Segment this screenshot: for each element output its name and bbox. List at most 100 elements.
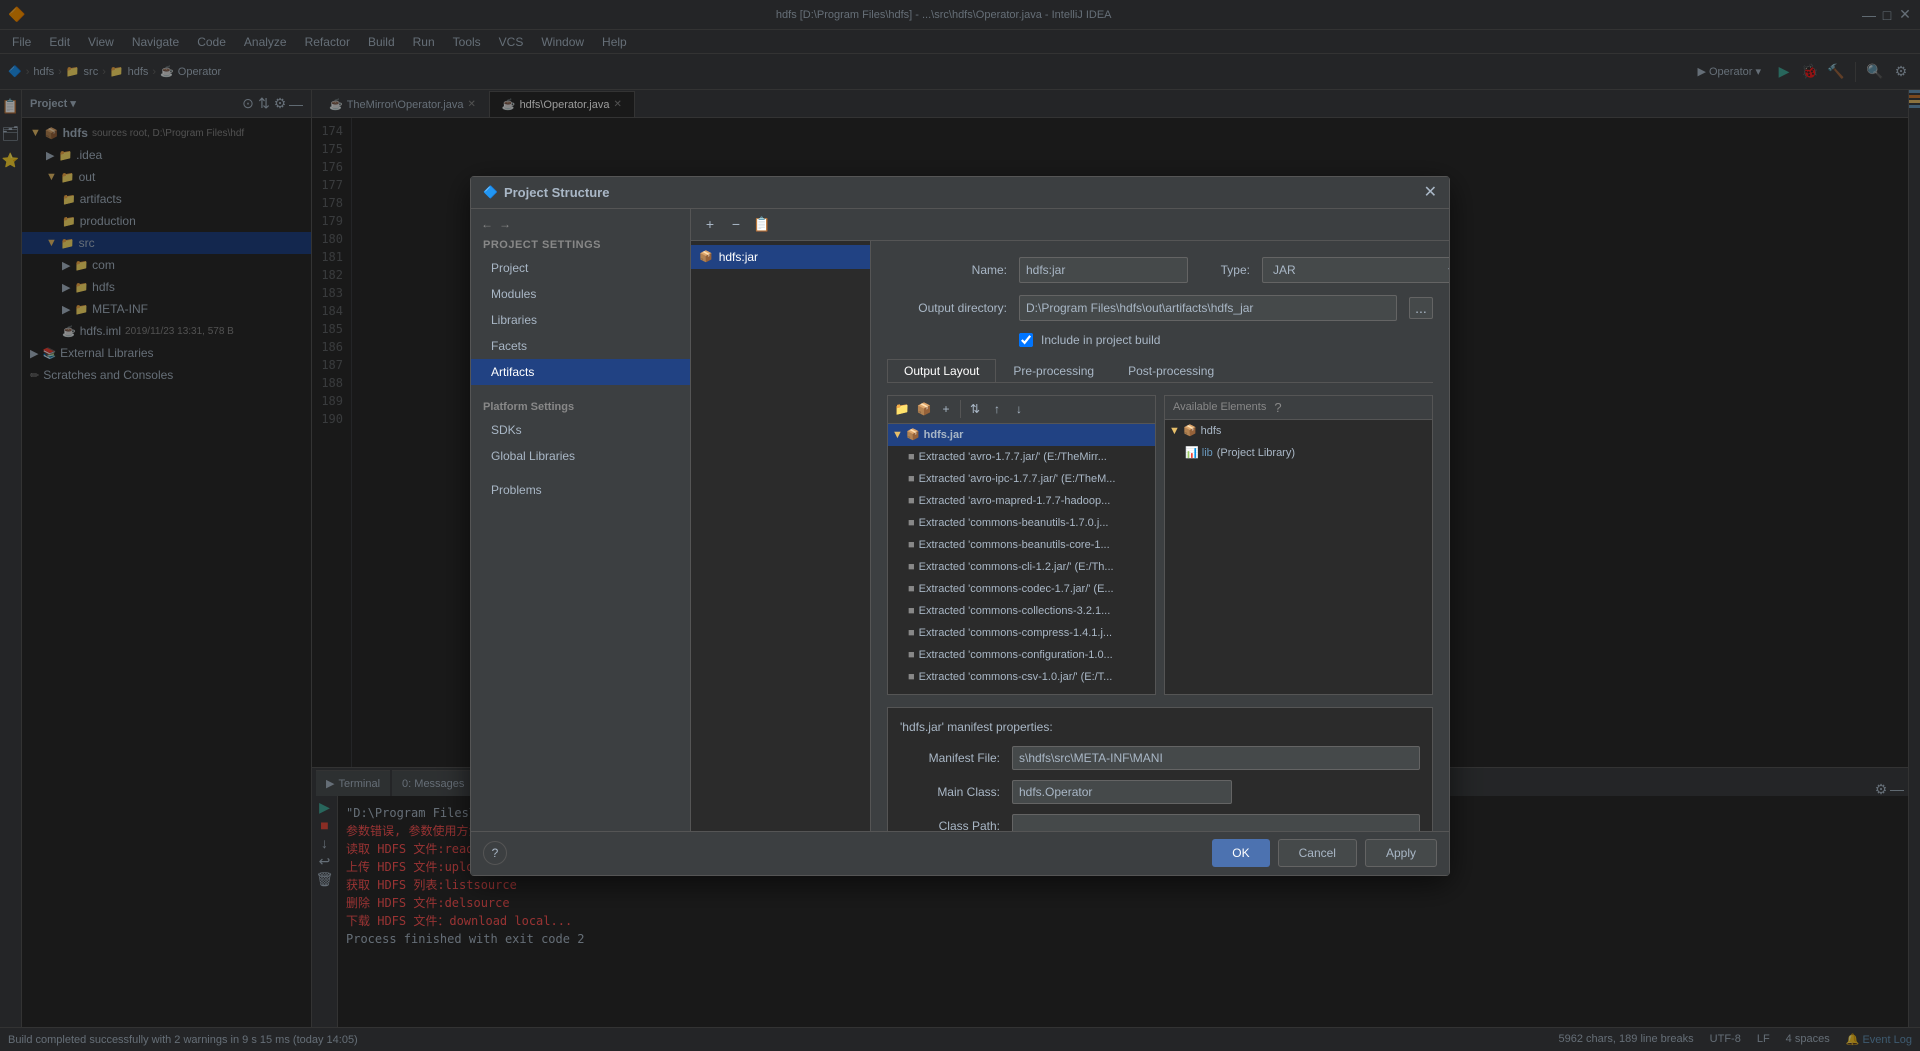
nav-back-button[interactable]: ← [479, 217, 495, 231]
output-item-4[interactable]: ■ Extracted 'commons-beanutils-1.7.0.j..… [888, 512, 1155, 534]
lib-icon: 📊 lib [1185, 446, 1213, 459]
ok-button[interactable]: OK [1212, 839, 1269, 867]
output-item-12[interactable]: ■ Extracted 'commons-daemon-1.0.13.j... [888, 688, 1155, 695]
modal-title: Project Structure [504, 185, 609, 200]
extract-icon-3: ■ [908, 495, 915, 507]
hdfs-root-icon: ▼ 📦 [1169, 424, 1197, 437]
name-type-row: Name: Type: JAR [887, 257, 1433, 283]
type-select[interactable]: JAR [1262, 257, 1449, 283]
output-item-9[interactable]: ■ Extracted 'commons-compress-1.4.1.j... [888, 622, 1155, 644]
avail-lib[interactable]: 📊 lib (Project Library) [1165, 442, 1432, 464]
extract-icon-5: ■ [908, 539, 915, 551]
platform-settings-label: Platform Settings [471, 393, 690, 417]
main-class-label: Main Class: [900, 785, 1000, 799]
browse-output-dir-button[interactable]: ... [1409, 297, 1433, 319]
output-item-5[interactable]: ■ Extracted 'commons-beanutils-core-1... [888, 534, 1155, 556]
modal-icon: 🔷 [483, 185, 498, 199]
nav-global-libs[interactable]: Global Libraries [471, 443, 690, 469]
output-item-root[interactable]: ▼ 📦 hdfs.jar [888, 424, 1155, 446]
artifact-content: 📦 hdfs:jar Name: Type: JAR [691, 241, 1449, 831]
copy-artifact-button[interactable]: 📋 [751, 213, 773, 235]
footer-left: ? [483, 841, 1204, 865]
problems-group: Problems [471, 477, 690, 503]
root-jar-label: hdfs.jar [924, 429, 964, 441]
output-item-10[interactable]: ■ Extracted 'commons-configuration-1.0..… [888, 644, 1155, 666]
add-artifact-button[interactable]: + [699, 213, 721, 235]
artifact-item-label: hdfs:jar [719, 250, 758, 264]
manifest-title: 'hdfs.jar' manifest properties: [900, 720, 1420, 734]
nav-sdks[interactable]: SDKs [471, 417, 690, 443]
help-button[interactable]: ? [483, 841, 507, 865]
extract-label-5: Extracted 'commons-beanutils-core-1... [919, 539, 1110, 551]
platform-settings-group: Platform Settings SDKs Global Libraries [471, 393, 690, 469]
extract-icon-12: ■ [908, 693, 915, 695]
main-class-row: Main Class: [900, 780, 1420, 804]
output-panel-toolbar: 📁 📦 + ⇅ ↑ ↓ [888, 396, 1155, 424]
extract-icon-6: ■ [908, 561, 915, 573]
tab-output-layout[interactable]: Output Layout [887, 359, 996, 382]
project-settings-group: Project Settings Project Modules Librari… [471, 235, 690, 385]
manifest-section: 'hdfs.jar' manifest properties: Manifest… [887, 707, 1433, 831]
output-dir-input[interactable] [1019, 295, 1397, 321]
output-dir-row: Output directory: ... [887, 295, 1433, 321]
create-dir-btn[interactable]: 📁 [892, 399, 912, 419]
main-class-input[interactable] [1012, 780, 1232, 804]
nav-facets[interactable]: Facets [471, 333, 690, 359]
nav-artifacts[interactable]: Artifacts [471, 359, 690, 385]
output-item-3[interactable]: ■ Extracted 'avro-mapred-1.7.7-hadoop... [888, 490, 1155, 512]
name-label: Name: [887, 263, 1007, 277]
extract-label-2: Extracted 'avro-ipc-1.7.7.jar/' (E:/TheM… [919, 473, 1116, 485]
remove-artifact-button[interactable]: − [725, 213, 747, 235]
output-item-1[interactable]: ■ Extracted 'avro-1.7.7.jar/' (E:/TheMir… [888, 446, 1155, 468]
modal-close-button[interactable]: ✕ [1424, 182, 1437, 202]
extract-label-6: Extracted 'commons-cli-1.2.jar/' (E:/Th.… [919, 561, 1114, 573]
extract-icon-10: ■ [908, 649, 915, 661]
classpath-label: Class Path: [900, 819, 1000, 831]
nav-modules[interactable]: Modules [471, 281, 690, 307]
move-up-btn[interactable]: ↑ [987, 399, 1007, 419]
artifact-output-tabs: Output Layout Pre-processing Post-proces… [887, 359, 1433, 383]
hdfs-root-label: hdfs [1201, 425, 1222, 437]
extract-icon-9: ■ [908, 627, 915, 639]
extract-label-11: Extracted 'commons-csv-1.0.jar/' (E:/T..… [919, 671, 1113, 683]
classpath-input[interactable] [1012, 814, 1420, 831]
manifest-file-row: Manifest File: [900, 746, 1420, 770]
include-build-checkbox[interactable] [1019, 333, 1033, 347]
available-elements-label: Available Elements [1173, 401, 1266, 413]
manifest-file-label: Manifest File: [900, 751, 1000, 765]
extract-icon-7: ■ [908, 583, 915, 595]
add-element-btn[interactable]: + [936, 399, 956, 419]
root-jar-icon: ▼ 📦 [892, 428, 920, 441]
extract-icon-11: ■ [908, 671, 915, 683]
extract-icon-8: ■ [908, 605, 915, 617]
extract-label-7: Extracted 'commons-codec-1.7.jar/' (E... [919, 583, 1114, 595]
nav-forward-button[interactable]: → [497, 217, 513, 231]
classpath-row: Class Path: [900, 814, 1420, 831]
extract-icon-1: ■ [908, 451, 915, 463]
manifest-file-input[interactable] [1012, 746, 1420, 770]
output-item-2[interactable]: ■ Extracted 'avro-ipc-1.7.7.jar/' (E:/Th… [888, 468, 1155, 490]
apply-button[interactable]: Apply [1365, 839, 1437, 867]
nav-problems[interactable]: Problems [471, 477, 690, 503]
extract-label-1: Extracted 'avro-1.7.7.jar/' (E:/TheMirr.… [919, 451, 1107, 463]
avail-hdfs-root[interactable]: ▼ 📦 hdfs [1165, 420, 1432, 442]
output-item-11[interactable]: ■ Extracted 'commons-csv-1.0.jar/' (E:/T… [888, 666, 1155, 688]
nav-project[interactable]: Project [471, 255, 690, 281]
tab-preprocessing[interactable]: Pre-processing [996, 359, 1111, 382]
artifact-item-hdfs-jar[interactable]: 📦 hdfs:jar [691, 245, 870, 269]
sort-btn[interactable]: ⇅ [965, 399, 985, 419]
move-down-btn[interactable]: ↓ [1009, 399, 1029, 419]
create-jar-btn[interactable]: 📦 [914, 399, 934, 419]
output-item-6[interactable]: ■ Extracted 'commons-cli-1.2.jar/' (E:/T… [888, 556, 1155, 578]
name-input[interactable] [1019, 257, 1188, 283]
output-split-panels: 📁 📦 + ⇅ ↑ ↓ ▼ 📦 [887, 395, 1433, 695]
nav-libraries[interactable]: Libraries [471, 307, 690, 333]
include-build-label: Include in project build [1041, 333, 1160, 347]
available-elements-help-icon[interactable]: ? [1274, 400, 1281, 415]
tab-postprocessing[interactable]: Post-processing [1111, 359, 1231, 382]
cancel-button[interactable]: Cancel [1278, 839, 1357, 867]
output-item-8[interactable]: ■ Extracted 'commons-collections-3.2.1..… [888, 600, 1155, 622]
output-item-7[interactable]: ■ Extracted 'commons-codec-1.7.jar/' (E.… [888, 578, 1155, 600]
artifact-toolbar: + − 📋 [691, 209, 1449, 241]
available-elements-header: Available Elements ? [1165, 396, 1432, 420]
